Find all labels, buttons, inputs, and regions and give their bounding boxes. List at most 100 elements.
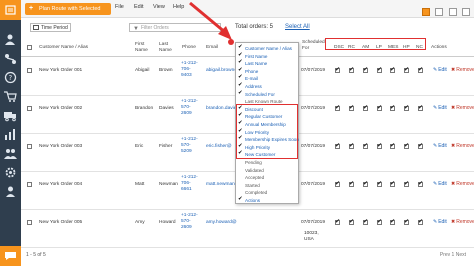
select-all-link[interactable]: Select All xyxy=(285,24,310,30)
col-customer-name[interactable]: Customer Name / Alias xyxy=(39,45,88,51)
sidebar-item-routes[interactable] xyxy=(3,52,18,65)
phone-number[interactable]: +1-212-570-5209 xyxy=(181,137,201,155)
phone-number[interactable]: +1-212-706-9403 xyxy=(181,61,201,79)
flag-checkbox-rc[interactable] xyxy=(349,104,354,111)
column-option[interactable]: Validated xyxy=(238,168,264,173)
row-checkbox[interactable] xyxy=(27,144,32,149)
edit-button[interactable]: Edit xyxy=(433,143,447,149)
column-option[interactable]: Pending xyxy=(238,160,262,165)
flag-checkbox-lp[interactable] xyxy=(377,104,382,111)
grid-view-icon[interactable] xyxy=(421,8,430,16)
flag-checkbox-lp[interactable] xyxy=(377,66,382,73)
flag-checkbox-am[interactable] xyxy=(363,142,368,149)
column-option[interactable]: Address xyxy=(238,83,262,89)
phone-number[interactable]: +1-212-570-2609 xyxy=(181,99,201,117)
remove-button[interactable]: Remove xyxy=(451,67,474,73)
row-checkbox[interactable] xyxy=(27,68,32,73)
flag-checkbox-rc[interactable] xyxy=(349,180,354,187)
list-view-icon[interactable] xyxy=(435,8,444,16)
flag-checkbox-hp[interactable] xyxy=(404,180,409,187)
column-option[interactable]: Completed xyxy=(238,190,267,195)
row-checkbox[interactable] xyxy=(27,106,32,111)
flag-checkbox-mes[interactable] xyxy=(390,66,395,73)
flag-checkbox-nc[interactable] xyxy=(418,66,423,73)
column-chooser-dot[interactable] xyxy=(228,39,234,45)
map-view-icon[interactable] xyxy=(448,8,457,16)
column-option[interactable]: Last Name xyxy=(238,60,267,66)
remove-button[interactable]: Remove xyxy=(451,143,474,149)
sidebar-item-users[interactable] xyxy=(3,33,18,46)
flag-checkbox-lp[interactable] xyxy=(377,218,382,225)
pagination-controls[interactable]: Prev 1 Next xyxy=(440,252,466,258)
flag-checkbox-hp[interactable] xyxy=(404,218,409,225)
table-row[interactable]: New York Order 005 Amy Howard +1-212-570-26… xyxy=(21,210,474,248)
column-option[interactable]: Actions xyxy=(238,197,260,203)
flag-checkbox-dsc[interactable] xyxy=(335,66,340,73)
column-option[interactable]: Started xyxy=(238,183,260,188)
menu-file[interactable]: File xyxy=(115,4,124,10)
column-option[interactable]: Customer Name / Alias xyxy=(238,45,292,51)
flag-checkbox-dsc[interactable] xyxy=(335,142,340,149)
phone-number[interactable]: +1-212-570-2609 xyxy=(181,213,201,231)
flag-checkbox-hp[interactable] xyxy=(404,104,409,111)
flag-checkbox-lp[interactable] xyxy=(377,142,382,149)
row-checkbox[interactable] xyxy=(27,182,32,187)
col-last-name[interactable]: Last Name xyxy=(159,42,175,53)
menu-edit[interactable]: Edit xyxy=(134,4,143,10)
email-address[interactable]: eric.fisher@ xyxy=(206,144,232,150)
sidebar-item-settings[interactable] xyxy=(3,166,18,179)
logo[interactable] xyxy=(0,0,21,20)
sidebar-item-analytics[interactable] xyxy=(3,128,18,141)
flag-checkbox-mes[interactable] xyxy=(390,218,395,225)
chat-button[interactable] xyxy=(0,246,21,266)
menu-help[interactable]: Help xyxy=(173,4,184,10)
flag-checkbox-hp[interactable] xyxy=(404,66,409,73)
flag-checkbox-dsc[interactable] xyxy=(335,218,340,225)
flag-checkbox-mes[interactable] xyxy=(390,180,395,187)
select-all-checkbox[interactable] xyxy=(27,45,32,50)
edit-button[interactable]: Edit xyxy=(433,219,447,225)
flag-checkbox-am[interactable] xyxy=(363,104,368,111)
edit-button[interactable]: Edit xyxy=(433,67,447,73)
edit-button[interactable]: Edit xyxy=(433,105,447,111)
flag-checkbox-nc[interactable] xyxy=(418,104,423,111)
remove-button[interactable]: Remove xyxy=(451,219,474,225)
flag-checkbox-rc[interactable] xyxy=(349,142,354,149)
menu-view[interactable]: View xyxy=(153,4,165,10)
flag-checkbox-am[interactable] xyxy=(363,180,368,187)
split-view-icon[interactable] xyxy=(462,8,470,16)
flag-checkbox-mes[interactable] xyxy=(390,142,395,149)
remove-button[interactable]: Remove xyxy=(451,105,474,111)
edit-button[interactable]: Edit xyxy=(433,181,447,187)
flag-checkbox-rc[interactable] xyxy=(349,218,354,225)
sidebar-item-cart[interactable] xyxy=(3,90,18,103)
flag-checkbox-rc[interactable] xyxy=(349,66,354,73)
sidebar-item-help[interactable]: ? xyxy=(3,71,18,84)
time-period-button[interactable]: Time Period xyxy=(30,23,71,32)
flag-checkbox-am[interactable] xyxy=(363,218,368,225)
col-scheduled-for[interactable]: Scheduled For xyxy=(302,40,325,51)
flag-checkbox-am[interactable] xyxy=(363,66,368,73)
sidebar-item-account[interactable] xyxy=(3,185,18,198)
flag-checkbox-mes[interactable] xyxy=(390,104,395,111)
sidebar-item-truck[interactable] xyxy=(3,109,18,122)
flag-checkbox-nc[interactable] xyxy=(418,218,423,225)
column-option[interactable]: First Name xyxy=(238,53,267,59)
flag-checkbox-lp[interactable] xyxy=(377,180,382,187)
phone-number[interactable]: +1-212-706-6661 xyxy=(181,175,201,193)
remove-button[interactable]: Remove xyxy=(451,181,474,187)
row-checkbox[interactable] xyxy=(27,220,32,225)
flag-checkbox-nc[interactable] xyxy=(418,180,423,187)
email-address[interactable]: amy.howard@ xyxy=(206,220,237,226)
flag-checkbox-dsc[interactable] xyxy=(335,180,340,187)
column-option[interactable]: E-mail xyxy=(238,75,258,81)
column-option[interactable]: Phone xyxy=(238,68,258,74)
column-option[interactable]: Accepted xyxy=(238,175,264,180)
sidebar-item-contacts[interactable] xyxy=(3,147,18,160)
flag-checkbox-nc[interactable] xyxy=(418,142,423,149)
flag-checkbox-hp[interactable] xyxy=(404,142,409,149)
plan-route-button[interactable]: + Plan Route with Selected xyxy=(25,3,111,15)
col-first-name[interactable]: First Name xyxy=(135,42,151,53)
column-option[interactable]: Scheduled For xyxy=(238,91,275,97)
flag-checkbox-dsc[interactable] xyxy=(335,104,340,111)
